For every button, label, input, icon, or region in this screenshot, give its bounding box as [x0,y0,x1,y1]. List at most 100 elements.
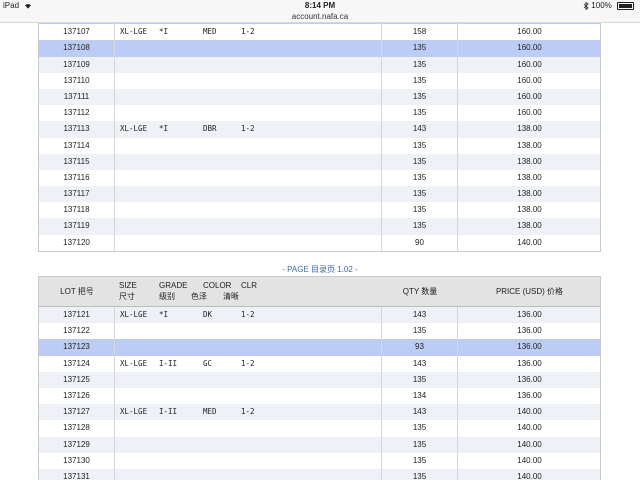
table-row: 137131 135 140.00 [39,468,600,480]
price-cell: 140.00 [517,407,542,417]
lot-cell: 137126 [39,387,115,405]
qty-cell: 143 [382,404,458,421]
lot-cell: 137111 [39,88,115,106]
lot-cell: 137124 [39,355,115,372]
url-text: account.nafa.ca [291,12,349,21]
description-cell [115,88,382,106]
page-label: - PAGE 目录页 1.02 - [282,265,358,274]
qty-cell: 135 [382,420,458,437]
description-cell [115,153,382,170]
qty-cell: 135 [382,153,458,170]
table-row: 137128 135 140.00 [39,420,600,437]
table-row: 137124 XL-LGE I-II GC 1-2 143 136.00 [39,355,600,372]
description-cell [115,202,382,219]
description-cell [115,436,382,453]
lot-cell: 137125 [39,371,115,388]
grade-value: *I [159,310,169,319]
lot-cell: 137127 [39,404,115,421]
header-lot: LOT 把号 [60,287,94,296]
description-cell [115,468,382,480]
color-value: DK [203,310,213,319]
clr-value: 1-2 [241,407,255,417]
description-cell [115,40,382,57]
lot-cell: 137120 [39,234,115,251]
qty-cell: 135 [382,202,458,219]
table-row: 137126 134 136.00 [39,387,600,405]
status-time: 8:14 PM [304,1,336,10]
description-cell [115,234,382,251]
price-cell: 136.00 [517,342,542,352]
price-cell: 140.00 [517,455,542,465]
lot-cell: 137118 [39,202,115,219]
size-value: XL-LGE [120,310,148,319]
table-header: LOT 把号 SIZE 尺寸 GRADE 级别 COLOR 色泽 CLR 清晰 … [39,277,600,307]
price-cell: 136.00 [517,390,542,400]
price-cell: 140.00 [517,237,542,247]
price-cell: 140.00 [517,423,542,433]
description-cell [115,387,382,405]
qty-cell: 135 [382,452,458,469]
table-row: 137119 135 138.00 [39,218,600,235]
price-cell: 138.00 [517,156,542,166]
price-cell: 140.00 [517,439,542,449]
table-row: 137114 135 138.00 [39,137,600,154]
qty-cell: 134 [382,387,458,405]
clr-value: 1-2 [241,310,255,319]
header-color: COLOR [203,281,232,290]
price-cell: 160.00 [517,27,542,37]
lot-cell: 137117 [39,186,115,203]
lot-cell: 137112 [39,105,115,122]
table-row: 137110 135 160.00 [39,72,600,89]
qty-cell: 135 [382,137,458,154]
grade-value: *I [159,27,169,37]
table-row: 137118 135 138.00 [39,202,600,219]
description-cell [115,420,382,437]
qty-cell: 135 [382,169,458,187]
color-value: MED [203,407,217,417]
size-value: XL-LGE [120,407,148,417]
status-right: 100% [583,0,634,12]
header-qty: QTY 数量 [402,287,438,296]
clr-value: 1-2 [241,27,255,37]
header-price: PRICE (USD) 价格 [495,287,564,296]
header-size: SIZE [119,281,137,290]
description-cell: XL-LGE I-II GC 1-2 [115,355,382,372]
qty-cell: 135 [382,468,458,480]
table-row: 137127 XL-LGE I-II MED 1-2 143 140.00 [39,404,600,421]
qty-cell: 135 [382,40,458,57]
description-cell [115,169,382,187]
size-value: XL-LGE [120,27,148,37]
header-size-cn: 尺寸 [119,292,135,301]
table-row: 137113 XL-LGE *I DBR 1-2 143 138.00 [39,121,600,138]
qty-cell: 135 [382,436,458,453]
table-row: 137115 135 138.00 [39,153,600,170]
table-row: 137122 135 136.00 [39,323,600,340]
description-cell: XL-LGE I-II MED 1-2 [115,404,382,421]
color-value: MED [203,27,217,37]
description-cell: XL-LGE *I DK 1-2 [115,307,382,324]
lot-cell: 137115 [39,153,115,170]
description-cell [115,105,382,122]
qty-cell: 135 [382,323,458,340]
price-cell: 160.00 [517,91,542,101]
lot-table-2: LOT 把号 SIZE 尺寸 GRADE 级别 COLOR 色泽 CLR 清晰 … [38,276,601,480]
table-row: 137107 XL-LGE *I MED 1-2 158 160.00 [39,24,600,41]
table-row: 137123 93 136.00 [39,339,600,356]
lot-cell: 137130 [39,452,115,469]
lot-cell: 137109 [39,56,115,73]
url-bar[interactable]: account.nafa.ca [0,12,640,23]
price-cell: 136.00 [517,358,542,368]
price-cell: 138.00 [517,189,542,199]
table-row: 137108 135 160.00 [39,40,600,57]
header-color-cn: 色泽 [191,292,207,301]
table-row: 137125 135 136.00 [39,371,600,388]
header-grade: GRADE [159,281,188,290]
price-cell: 140.00 [517,471,542,480]
table-row: 137112 135 160.00 [39,105,600,122]
qty-cell: 90 [382,234,458,251]
battery-icon [617,1,634,10]
lot-cell: 137122 [39,323,115,340]
lot-cell: 137131 [39,468,115,480]
qty-cell: 143 [382,307,458,324]
clr-value: 1-2 [241,358,255,368]
